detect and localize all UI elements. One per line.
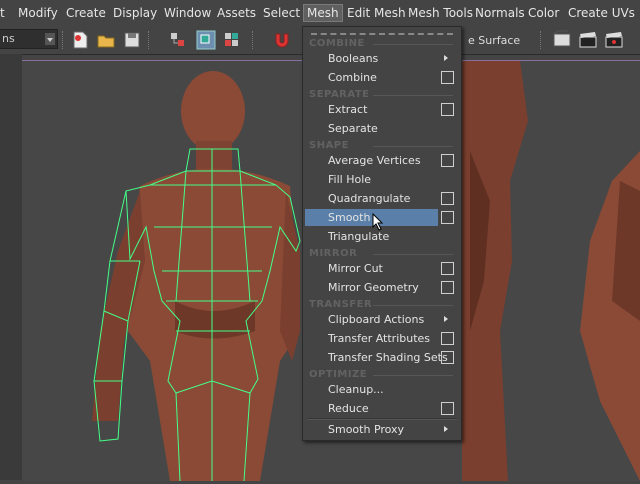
- menu-item-label: Smooth Proxy: [328, 423, 405, 436]
- menu-item-triangulate[interactable]: Triangulate: [305, 228, 458, 245]
- menu-item-label: Transfer Shading Sets: [328, 351, 448, 364]
- menu-item-clipboard-actions[interactable]: Clipboard Actions: [305, 311, 458, 328]
- submenu-arrow-icon: [444, 55, 448, 61]
- menu-item-label: Mirror Cut: [328, 262, 383, 275]
- menu-item-booleans[interactable]: Booleans: [305, 50, 458, 67]
- ipr-render-icon[interactable]: [604, 30, 624, 50]
- section-divider: [373, 146, 453, 147]
- option-box-icon[interactable]: [441, 154, 454, 167]
- menu-tearoff-line[interactable]: [311, 33, 453, 35]
- menu-item-average-vertices[interactable]: Average Vertices: [305, 152, 458, 169]
- section-divider: [373, 305, 453, 306]
- tool-box-strip: [0, 54, 22, 480]
- section-header-optimize: OPTIMIZE: [309, 369, 368, 380]
- option-box-icon[interactable]: [441, 103, 454, 116]
- option-box-icon[interactable]: [441, 211, 454, 224]
- menu-item-quadrangulate[interactable]: Quadrangulate: [305, 190, 458, 207]
- menu-item-cleanup[interactable]: Cleanup...: [305, 381, 458, 398]
- option-box-icon[interactable]: [441, 351, 454, 364]
- mesh-menu-dropdown: COMBINE Booleans Combine SEPARATE Extrac…: [302, 26, 462, 441]
- section-divider: [373, 375, 453, 376]
- snap-magnet-icon[interactable]: [272, 30, 292, 50]
- menu-item-smooth-proxy[interactable]: Smooth Proxy: [305, 421, 458, 438]
- menu-set-dropdown[interactable]: ns: [0, 29, 58, 49]
- menu-normals[interactable]: Normals: [475, 6, 525, 20]
- menu-select[interactable]: Select: [263, 6, 300, 20]
- menu-item-label: Combine: [328, 71, 377, 84]
- menu-mesh-tools[interactable]: Mesh Tools: [408, 6, 473, 20]
- option-box-icon[interactable]: [441, 262, 454, 275]
- option-box-icon[interactable]: [441, 71, 454, 84]
- select-component-icon[interactable]: [222, 30, 242, 50]
- menu-item-label: Extract: [328, 103, 368, 116]
- submenu-arrow-icon: [444, 426, 448, 432]
- menu-display[interactable]: Display: [113, 6, 157, 20]
- make-live-surface-label: e Surface: [468, 34, 521, 47]
- section-header-combine: COMBINE: [309, 38, 365, 49]
- chevron-down-icon: [45, 33, 55, 45]
- select-hierarchy-icon[interactable]: [168, 30, 188, 50]
- option-box-icon[interactable]: [441, 402, 454, 415]
- menu-item-separate[interactable]: Separate: [305, 120, 458, 137]
- section-header-transfer: TRANSFER: [309, 299, 373, 310]
- menu-modify[interactable]: Modify: [18, 6, 58, 20]
- section-divider: [373, 44, 453, 45]
- option-box-icon[interactable]: [441, 332, 454, 345]
- option-box-icon[interactable]: [441, 281, 454, 294]
- menu-item-label: Cleanup...: [328, 383, 384, 396]
- menu-item-extract[interactable]: Extract: [305, 101, 458, 118]
- menu-item-label: Clipboard Actions: [328, 313, 425, 326]
- menu-item-reduce[interactable]: Reduce: [305, 400, 458, 417]
- menu-item-mirror-cut[interactable]: Mirror Cut: [305, 260, 458, 277]
- menu-item-combine[interactable]: Combine: [305, 69, 458, 86]
- select-object-icon[interactable]: [196, 30, 216, 50]
- anatomy-figure-back: [580, 151, 640, 481]
- menu-color[interactable]: Color: [528, 6, 559, 20]
- section-header-mirror: MIRROR: [309, 248, 358, 259]
- menu-item-label: Mirror Geometry: [328, 281, 419, 294]
- menu-mesh[interactable]: Mesh: [303, 4, 343, 22]
- open-scene-icon[interactable]: [96, 30, 116, 50]
- menu-item-fill-hole[interactable]: Fill Hole: [305, 171, 458, 188]
- menu-edit-mesh[interactable]: Edit Mesh: [347, 6, 406, 20]
- main-menubar: t Modify Create Display Window Assets Se…: [0, 0, 640, 28]
- menu-create[interactable]: Create: [66, 6, 106, 20]
- menu-item-label: Separate: [328, 122, 378, 135]
- menu-create-uvs[interactable]: Create UVs: [568, 6, 635, 20]
- section-divider: [373, 95, 453, 96]
- menu-item-label: Average Vertices: [328, 154, 421, 167]
- section-divider: [373, 254, 453, 255]
- menu-set-value: ns: [2, 32, 15, 45]
- menu-item-transfer-shading-sets[interactable]: Transfer Shading Sets: [305, 349, 458, 366]
- menu-item-transfer-attributes[interactable]: Transfer Attributes: [305, 330, 458, 347]
- toolbar-separator: [148, 31, 151, 49]
- anatomy-figure-side: [462, 61, 528, 481]
- section-header-separate: SEPARATE: [309, 89, 370, 100]
- menu-item-label: Quadrangulate: [328, 192, 411, 205]
- menu-item-label: Triangulate: [328, 230, 390, 243]
- toolbar-separator: [252, 31, 255, 49]
- menu-item-label: Transfer Attributes: [328, 332, 431, 345]
- menu-item-label: Smooth: [328, 211, 371, 224]
- section-header-shape: SHAPE: [309, 140, 349, 151]
- menu-item-label: Reduce: [328, 402, 369, 415]
- option-box-icon[interactable]: [441, 192, 454, 205]
- menu-edit[interactable]: t: [0, 6, 5, 20]
- clapperboard-icon[interactable]: [578, 30, 598, 50]
- toolbar-separator: [540, 31, 543, 49]
- render-settings-icon[interactable]: [552, 30, 572, 50]
- menu-item-label: Booleans: [328, 52, 379, 65]
- save-scene-icon[interactable]: [122, 30, 142, 50]
- submenu-arrow-icon: [444, 316, 448, 322]
- new-scene-icon[interactable]: [70, 30, 90, 50]
- menu-item-mirror-geometry[interactable]: Mirror Geometry: [305, 279, 458, 296]
- toolbar-separator: [62, 31, 65, 49]
- menu-window[interactable]: Window: [164, 6, 211, 20]
- menu-item-label: Fill Hole: [328, 173, 372, 186]
- menu-divider: [307, 418, 457, 420]
- menu-assets[interactable]: Assets: [217, 6, 256, 20]
